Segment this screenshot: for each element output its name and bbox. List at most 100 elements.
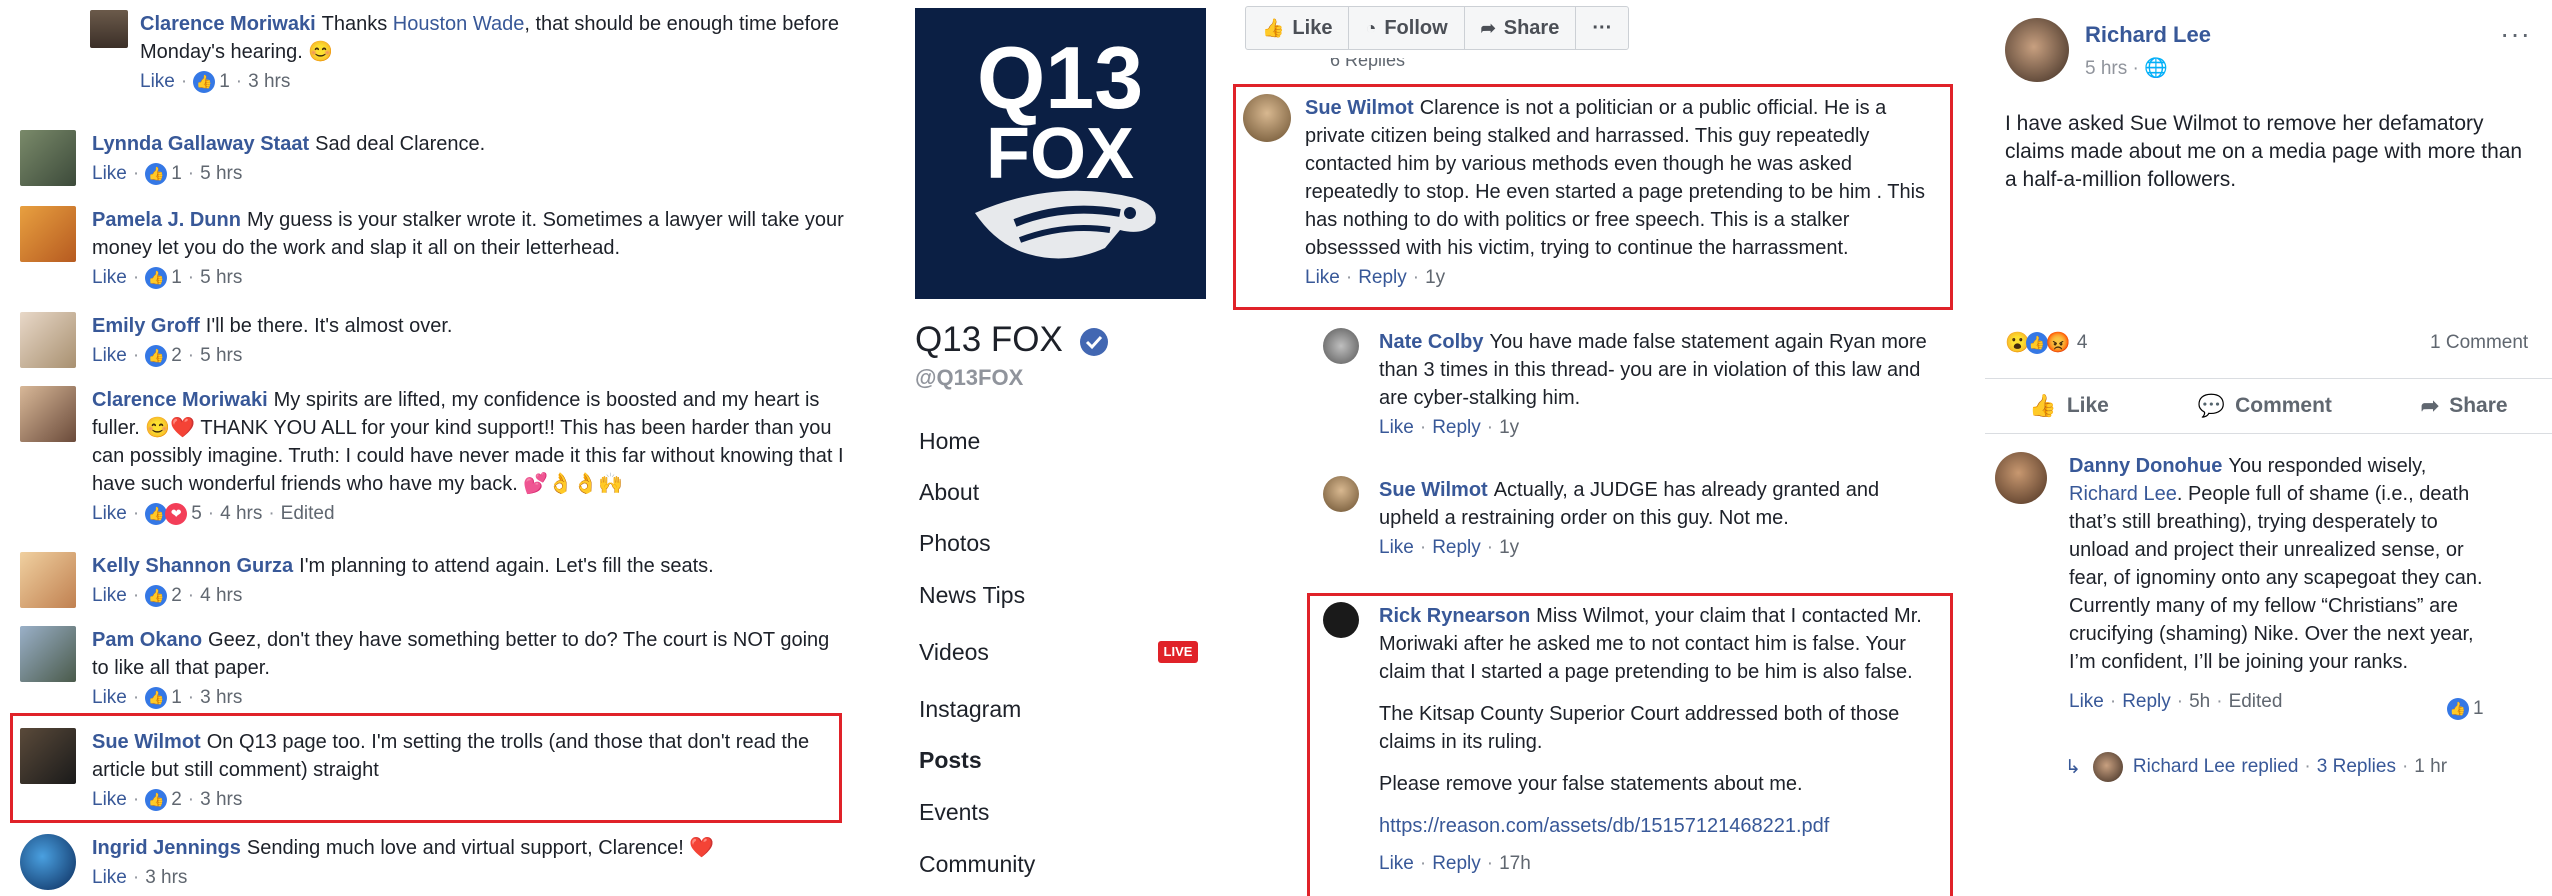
page-logo[interactable]: Q13 FOX (915, 8, 1206, 299)
like-link[interactable]: Like (92, 864, 127, 892)
avatar[interactable] (1243, 94, 1291, 142)
commenter-name[interactable]: Clarence Moriwaki (92, 389, 268, 411)
reply-link[interactable]: Reply (1432, 850, 1481, 878)
reply-link[interactable]: Reply (1432, 414, 1481, 442)
commenter-name[interactable]: Sue Wilmot (92, 731, 201, 753)
nav-instagram[interactable]: Instagram (919, 696, 1021, 723)
nav-news-tips[interactable]: News Tips (919, 582, 1025, 609)
avatar[interactable] (90, 10, 128, 48)
like-link[interactable]: Like (140, 68, 175, 96)
commenter-name[interactable]: Pamela J. Dunn (92, 209, 241, 231)
timestamp[interactable]: 17h (1499, 850, 1531, 878)
commenter-name[interactable]: Rick Rynearson (1379, 605, 1530, 627)
like-link[interactable]: Like (92, 684, 127, 712)
reaction-count[interactable]: 1 (219, 68, 230, 96)
timestamp[interactable]: 3 hrs (200, 786, 242, 814)
like-link[interactable]: Like (92, 342, 127, 370)
like-link[interactable]: Like (2069, 688, 2104, 716)
nav-events[interactable]: Events (919, 799, 989, 826)
timestamp[interactable]: 1y (1425, 264, 1445, 292)
avatar[interactable] (1323, 328, 1359, 364)
replies-link-cut[interactable]: 6 Replies (1330, 58, 1405, 70)
like-link[interactable]: Like (92, 264, 127, 292)
page-handle[interactable]: @Q13FOX (915, 365, 1023, 391)
avatar[interactable] (1995, 452, 2047, 504)
mention-link[interactable]: Houston Wade (393, 13, 525, 35)
timestamp[interactable]: 5 hrs (200, 264, 242, 292)
follow-button[interactable]: ◔ Follow (1349, 7, 1465, 49)
timestamp[interactable]: 5 hrs (2085, 58, 2127, 79)
like-link[interactable]: Like (92, 582, 127, 610)
like-link[interactable]: Like (92, 786, 127, 814)
comment-count[interactable]: 1 Comment (2430, 332, 2528, 354)
avatar[interactable] (20, 206, 76, 262)
avatar[interactable] (20, 834, 76, 890)
commenter-name[interactable]: Sue Wilmot (1305, 97, 1414, 119)
post-comment-button[interactable]: 💬 Comment (2198, 393, 2332, 419)
timestamp[interactable]: 3 hrs (200, 684, 242, 712)
edited-label[interactable]: Edited (2229, 688, 2283, 716)
post-options-button[interactable]: ··· (2500, 18, 2531, 50)
reaction-count[interactable]: 1 (171, 160, 182, 188)
timestamp[interactable]: 4 hrs (200, 582, 242, 610)
timestamp[interactable]: 3 hrs (248, 68, 290, 96)
commenter-name[interactable]: Ingrid Jennings (92, 837, 241, 859)
timestamp[interactable]: 5 hrs (200, 160, 242, 188)
like-link[interactable]: Like (1379, 534, 1414, 562)
avatar[interactable] (20, 130, 76, 186)
timestamp[interactable]: 5 hrs (200, 342, 242, 370)
reaction-count[interactable]: 2 (171, 582, 182, 610)
timestamp[interactable]: 3 hrs (145, 864, 187, 892)
post-like-button[interactable]: 👍 Like (2029, 393, 2108, 419)
pdf-link[interactable]: https://reason.com/assets/db/15157121468… (1379, 812, 1943, 840)
commenter-name[interactable]: Danny Donohue (2069, 455, 2222, 477)
nav-home[interactable]: Home (919, 428, 980, 455)
replies-summary[interactable]: ↳ Richard Lee replied · 3 Replies · 1 hr (2065, 752, 2447, 782)
reply-link[interactable]: Reply (2122, 688, 2171, 716)
reaction-count[interactable]: 1 (171, 684, 182, 712)
avatar[interactable] (20, 312, 76, 368)
reaction-count[interactable]: 1 (171, 264, 182, 292)
timestamp[interactable]: 1y (1499, 414, 1519, 442)
nav-about[interactable]: About (919, 479, 979, 506)
avatar[interactable] (2005, 18, 2069, 82)
like-link[interactable]: Like (92, 500, 127, 528)
avatar[interactable] (1323, 602, 1359, 638)
avatar[interactable] (20, 626, 76, 682)
commenter-name[interactable]: Clarence Moriwaki (140, 13, 316, 35)
avatar[interactable] (20, 552, 76, 608)
timestamp[interactable]: 4 hrs (220, 500, 262, 528)
like-page-button[interactable]: 👍 Like (1246, 7, 1350, 49)
like-link[interactable]: Like (1379, 414, 1414, 442)
replier-name[interactable]: Richard Lee (2133, 756, 2235, 778)
avatar[interactable] (20, 728, 76, 784)
reaction-count[interactable]: 2 (171, 342, 182, 370)
commenter-name[interactable]: Nate Colby (1379, 331, 1483, 353)
timestamp[interactable]: 1 hr (2414, 756, 2447, 778)
avatar[interactable] (20, 386, 76, 442)
nav-videos[interactable]: Videos (919, 639, 989, 666)
like-link[interactable]: Like (92, 160, 127, 188)
reply-link[interactable]: Reply (1432, 534, 1481, 562)
like-link[interactable]: Like (1305, 264, 1340, 292)
commenter-name[interactable]: Lynnda Gallaway Staat (92, 133, 309, 155)
share-button[interactable]: ➦ Share (1465, 7, 1577, 49)
commenter-name[interactable]: Kelly Shannon Gurza (92, 555, 293, 577)
nav-community[interactable]: Community (919, 851, 1035, 878)
reaction-summary[interactable]: 😮 👍 😡 4 (2005, 330, 2087, 355)
nav-photos[interactable]: Photos (919, 530, 991, 557)
commenter-name[interactable]: Pam Okano (92, 629, 202, 651)
more-button[interactable]: ··· (1576, 7, 1628, 49)
commenter-name[interactable]: Sue Wilmot (1379, 479, 1488, 501)
avatar[interactable] (2092, 752, 2123, 782)
reaction-count[interactable]: 5 (191, 500, 202, 528)
nav-posts[interactable]: Posts (919, 747, 982, 774)
page-name[interactable]: Q13 FOX (915, 320, 1109, 360)
edited-label[interactable]: Edited (281, 500, 335, 528)
timestamp[interactable]: 1y (1499, 534, 1519, 562)
reply-link[interactable]: Reply (1358, 264, 1407, 292)
post-share-button[interactable]: ➦ Share (2421, 393, 2508, 419)
mention-link[interactable]: Richard Lee (2069, 483, 2177, 505)
timestamp[interactable]: 5h (2189, 688, 2210, 716)
like-link[interactable]: Like (1379, 850, 1414, 878)
